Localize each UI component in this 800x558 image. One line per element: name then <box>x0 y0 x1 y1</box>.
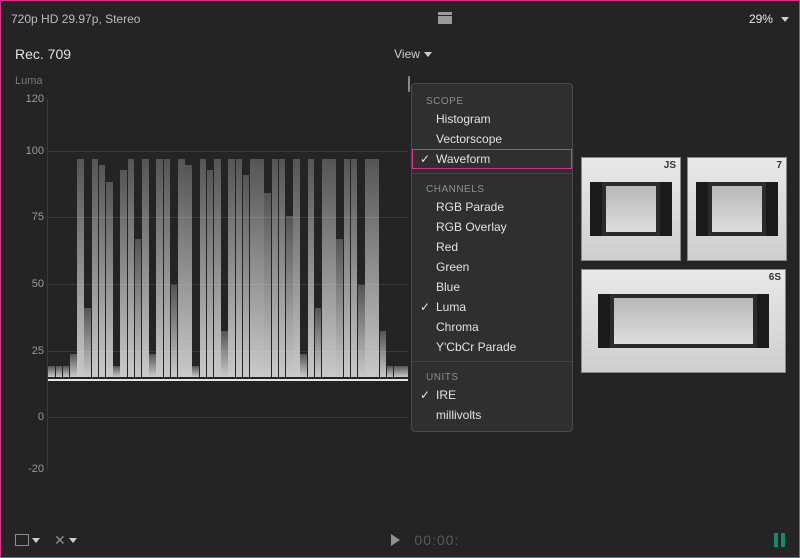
chevron-down-icon[interactable] <box>781 17 789 22</box>
audio-meters <box>774 533 785 547</box>
clip-thumbnails: JS 7 6S <box>581 157 791 373</box>
scope-baseline <box>48 379 408 381</box>
y-tick: 0 <box>18 411 44 423</box>
chevron-down-icon <box>424 52 432 57</box>
waveform-scope: Luma 120 100 75 50 25 0 -20 <box>13 71 413 491</box>
thumbnail[interactable]: JS <box>581 157 681 261</box>
menu-item[interactable]: Luma <box>412 297 572 317</box>
thumbnail[interactable]: 6S <box>581 269 786 373</box>
play-button[interactable] <box>391 534 400 546</box>
crop-tool[interactable] <box>15 534 40 546</box>
top-info-bar: 720p HD 29.97p, Stereo 29% <box>1 1 799 37</box>
menu-item[interactable]: Chroma <box>412 317 572 337</box>
view-label: View <box>394 47 420 61</box>
menu-item[interactable]: Y'CbCr Parade <box>412 337 572 357</box>
y-tick: 25 <box>18 345 44 357</box>
project-title: Rec. 709 <box>15 46 71 62</box>
y-tick: 75 <box>18 211 44 223</box>
thumbnail-label: 7 <box>776 160 782 171</box>
menu-item[interactable]: Blue <box>412 277 572 297</box>
thumbnail-label: JS <box>664 160 676 171</box>
menu-item[interactable]: Waveform <box>412 149 572 169</box>
timecode: 00:00: <box>414 532 459 548</box>
menu-item[interactable]: Histogram <box>412 109 572 129</box>
y-tick: -20 <box>18 463 44 475</box>
y-tick: 50 <box>18 278 44 290</box>
menu-section-header: UNITS <box>412 366 572 385</box>
title-bar: Rec. 709 View <box>1 37 799 71</box>
view-dropdown[interactable]: View <box>394 47 432 61</box>
thumbnail-label: 6S <box>769 272 781 283</box>
view-menu: SCOPEHistogramVectorscopeWaveform CHANNEL… <box>411 83 573 432</box>
menu-section-header: CHANNELS <box>412 178 572 197</box>
menu-section-header: SCOPE <box>412 90 572 109</box>
menu-item[interactable]: Vectorscope <box>412 129 572 149</box>
menu-item[interactable]: Green <box>412 257 572 277</box>
clapper-icon <box>437 11 453 28</box>
app-window: 720p HD 29.97p, Stereo 29% Rec. 709 View… <box>0 0 800 558</box>
image-icon[interactable] <box>408 77 410 91</box>
format-label: 720p HD 29.97p, Stereo <box>11 12 140 26</box>
menu-item[interactable]: IRE <box>412 385 572 405</box>
scope-plot: 120 100 75 50 25 0 -20 <box>47 99 408 469</box>
menu-item[interactable]: millivolts <box>412 405 572 425</box>
menu-item[interactable]: RGB Overlay <box>412 217 572 237</box>
y-tick: 120 <box>18 93 44 105</box>
zoom-value[interactable]: 29% <box>749 12 773 26</box>
menu-item[interactable]: Red <box>412 237 572 257</box>
y-tick: 100 <box>18 145 44 157</box>
thumbnail[interactable]: 7 <box>687 157 787 261</box>
effects-tool[interactable]: ✕ <box>54 532 77 549</box>
scope-channel-label: Luma <box>15 75 413 87</box>
scope-trace <box>48 147 408 377</box>
menu-item[interactable]: RGB Parade <box>412 197 572 217</box>
play-icon <box>391 534 400 546</box>
bottom-toolbar: ✕ 00:00: <box>1 523 799 557</box>
